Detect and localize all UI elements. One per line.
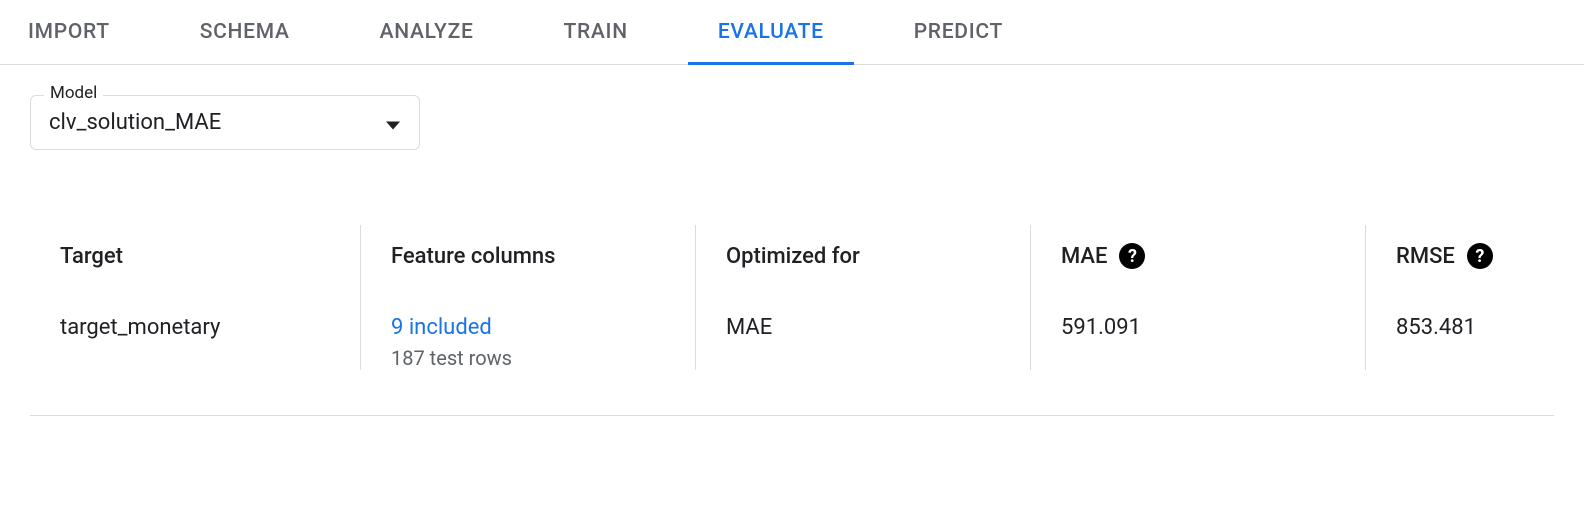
metric-mae-header: MAE ? xyxy=(1061,225,1335,287)
metric-rmse-header-text: RMSE xyxy=(1396,244,1455,269)
model-select-container: Model clv_solution_MAE xyxy=(30,95,420,150)
metric-mae-header-text: MAE xyxy=(1061,244,1107,269)
model-select-value: clv_solution_MAE xyxy=(49,110,221,135)
help-icon[interactable]: ? xyxy=(1119,243,1145,269)
tab-evaluate[interactable]: EVALUATE xyxy=(718,0,824,64)
metric-features-header: Feature columns xyxy=(391,225,665,287)
metric-optimized: Optimized for MAE xyxy=(695,225,1030,370)
metric-mae-value: 591.091 xyxy=(1061,315,1335,340)
metric-features: Feature columns 9 included 187 test rows xyxy=(360,225,695,370)
metric-rmse: RMSE ? 853.481 xyxy=(1365,225,1554,370)
metric-target-value: target_monetary xyxy=(60,315,330,340)
metric-rmse-value: 853.481 xyxy=(1396,315,1524,340)
metric-optimized-value: MAE xyxy=(726,315,1000,340)
tab-import[interactable]: IMPORT xyxy=(28,0,110,64)
metric-target: Target target_monetary xyxy=(30,225,360,370)
metric-rmse-header: RMSE ? xyxy=(1396,225,1524,287)
tab-train[interactable]: TRAIN xyxy=(564,0,628,64)
metric-features-link[interactable]: 9 included xyxy=(391,315,665,340)
tab-analyze[interactable]: ANALYZE xyxy=(380,0,474,64)
metrics-row: Target target_monetary Feature columns 9… xyxy=(30,225,1554,416)
content-area: Model clv_solution_MAE Target target_mon… xyxy=(0,65,1584,416)
metric-target-header: Target xyxy=(60,225,330,287)
tab-predict[interactable]: PREDICT xyxy=(914,0,1003,64)
metric-features-sub: 187 test rows xyxy=(391,346,665,370)
help-icon[interactable]: ? xyxy=(1467,243,1493,269)
tab-schema[interactable]: SCHEMA xyxy=(200,0,290,64)
tab-bar: IMPORT SCHEMA ANALYZE TRAIN EVALUATE PRE… xyxy=(0,0,1584,65)
metric-mae: MAE ? 591.091 xyxy=(1030,225,1365,370)
dropdown-arrow-icon xyxy=(386,110,400,135)
metric-optimized-header: Optimized for xyxy=(726,225,1000,287)
model-select[interactable]: clv_solution_MAE xyxy=(30,95,420,150)
model-select-label: Model xyxy=(44,83,103,103)
